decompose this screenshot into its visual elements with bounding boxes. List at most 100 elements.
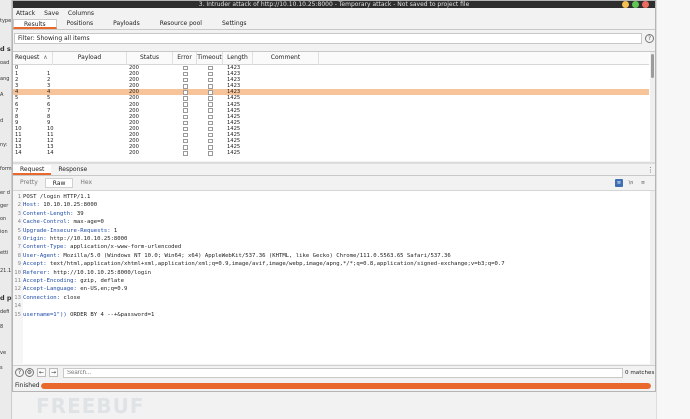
header-name: Connection: bbox=[23, 294, 61, 301]
table-row[interactable]: 14 14 200 1425 bbox=[13, 150, 649, 156]
column-header-request[interactable]: Request ∧ bbox=[13, 52, 53, 65]
tab-positions[interactable]: Positions bbox=[57, 19, 104, 29]
header-value: 39 bbox=[73, 210, 84, 217]
results-filter-bar[interactable]: Filter: Showing all items bbox=[14, 33, 642, 44]
column-header-length[interactable]: Length bbox=[223, 52, 253, 65]
intruder-attack-window: 3. Intruder attack of http://10.10.10.25… bbox=[12, 0, 656, 392]
window-titlebar[interactable]: 3. Intruder attack of http://10.10.10.25… bbox=[13, 1, 655, 8]
maximize-button[interactable] bbox=[632, 1, 639, 8]
error-checkbox bbox=[183, 84, 188, 89]
timeout-checkbox bbox=[208, 126, 213, 132]
pane-splitter[interactable] bbox=[13, 162, 655, 164]
next-match-button[interactable]: → bbox=[49, 368, 58, 377]
menu-columns[interactable]: Columns bbox=[68, 9, 94, 19]
menu-save[interactable]: Save bbox=[44, 9, 59, 19]
status-bar: Finished bbox=[13, 380, 655, 391]
request-line: 8 User-Agent: Mozilla/5.0 (Windows NT 10.… bbox=[13, 252, 643, 260]
message-tabs: Request Response bbox=[13, 165, 655, 176]
results-rows: 0 200 1423 1 1 200 1423 2 2 200 1423 3 3 200 1423 4 4 200… bbox=[13, 65, 649, 162]
tab-resource-pool[interactable]: Resource pool bbox=[150, 19, 212, 29]
timeout-checkbox bbox=[208, 84, 213, 89]
editor-scrollbar[interactable] bbox=[650, 191, 655, 365]
bg-fragment: ve bbox=[0, 350, 7, 356]
header-name: Content-Type: bbox=[23, 244, 67, 251]
request-line: 15 username=1")) ORDER BY 4 --+&password=… bbox=[13, 311, 643, 319]
pretty-print-toggle-icon[interactable]: ≡ bbox=[615, 179, 623, 187]
settings-gear-icon[interactable]: ⚙ bbox=[25, 368, 34, 377]
request-line: 10 Referer: http://10.10.10.25:8000/login bbox=[13, 269, 643, 277]
tab-payloads[interactable]: Payloads bbox=[103, 19, 150, 29]
window-title: 3. Intruder attack of http://10.10.10.25… bbox=[198, 1, 470, 8]
column-header-status[interactable]: Status bbox=[127, 52, 173, 65]
menu-icon[interactable]: ≡ bbox=[639, 179, 647, 187]
line-number: 5 bbox=[17, 227, 21, 234]
error-checkbox bbox=[183, 102, 188, 107]
bg-fragment: ion bbox=[0, 229, 8, 235]
request-line: 14 bbox=[13, 302, 643, 310]
column-header-comment[interactable]: Comment bbox=[253, 52, 319, 65]
timeout-checkbox bbox=[208, 90, 213, 95]
column-header-payload[interactable]: Payload bbox=[53, 52, 127, 65]
cell-status: 200 bbox=[129, 150, 139, 157]
header-name: Accept: bbox=[23, 261, 47, 268]
request-editor[interactable]: 1 POST /login HTTP/1.1 2 Host: 10.10.10.25:… bbox=[13, 190, 655, 365]
request-line: 9 Accept: text/html,application/xhtml+xml… bbox=[13, 260, 643, 268]
bg-fragment: form bbox=[0, 166, 12, 172]
bg-fragment: 8 bbox=[0, 324, 4, 330]
tab-hex[interactable]: Hex bbox=[73, 178, 99, 188]
timeout-checkbox bbox=[208, 114, 213, 120]
tab-settings[interactable]: Settings bbox=[212, 19, 257, 29]
error-checkbox bbox=[183, 108, 188, 113]
line-number: 7 bbox=[17, 244, 21, 251]
more-options-icon[interactable]: ⋮ bbox=[647, 166, 654, 174]
header-name: Host: bbox=[23, 202, 40, 209]
tab-pretty[interactable]: Pretty bbox=[13, 178, 45, 188]
bg-fragment: ny: bbox=[0, 142, 8, 148]
help-icon[interactable]: ? bbox=[15, 368, 24, 377]
help-icon[interactable]: ? bbox=[645, 34, 654, 43]
background-window-left: type d s oad ang A d ny: form er d ger o… bbox=[0, 0, 12, 419]
attack-tabs: Results Positions Payloads Resource pool… bbox=[13, 19, 655, 30]
error-checkbox bbox=[183, 114, 188, 120]
attack-status: Finished bbox=[15, 382, 40, 389]
timeout-checkbox bbox=[208, 108, 213, 113]
editor-view-tabs: Pretty Raw Hex bbox=[13, 178, 99, 188]
header-value: Mozilla/5.0 (Windows NT 10.0; Win64; x64… bbox=[60, 252, 451, 259]
error-checkbox bbox=[183, 77, 188, 83]
header-value: 1 bbox=[110, 227, 118, 234]
timeout-checkbox bbox=[208, 138, 213, 144]
column-header-label: Request bbox=[15, 54, 40, 61]
newline-toggle-icon[interactable]: \n bbox=[627, 179, 635, 187]
watermark-logo: FREEBUF bbox=[36, 394, 145, 418]
results-scroll-thumb[interactable] bbox=[651, 54, 654, 78]
bg-fragment: 21.1 bbox=[0, 268, 12, 274]
request-line: 12 Accept-Language: en-US,en;q=0.9 bbox=[13, 285, 643, 293]
search-input[interactable] bbox=[63, 368, 623, 378]
bg-fragment: ger bbox=[0, 203, 9, 209]
header-name: User-Agent: bbox=[23, 252, 61, 259]
timeout-checkbox bbox=[208, 71, 213, 77]
line-number: 2 bbox=[17, 202, 21, 209]
tab-request[interactable]: Request bbox=[13, 165, 52, 175]
attack-progress-bar bbox=[41, 383, 651, 389]
column-header-timeout[interactable]: Timeout bbox=[197, 52, 223, 65]
header-value: http://10.10.10.25:8000 bbox=[46, 236, 128, 242]
tab-response[interactable]: Response bbox=[51, 165, 94, 175]
tab-raw[interactable]: Raw bbox=[44, 178, 74, 188]
request-line: 2 Host: 10.10.10.25:8000 bbox=[13, 201, 643, 209]
previous-match-button[interactable]: ← bbox=[37, 368, 46, 377]
results-scrollbar[interactable] bbox=[650, 52, 655, 162]
header-name: Referer: bbox=[23, 269, 50, 276]
results-table-header: Request ∧ Payload Status Error Timeout L… bbox=[13, 52, 649, 65]
timeout-checkbox bbox=[208, 145, 213, 150]
window-controls bbox=[622, 1, 649, 8]
menu-attack[interactable]: Attack bbox=[16, 9, 35, 19]
line-number: 4 bbox=[17, 219, 21, 226]
minimize-button[interactable] bbox=[622, 1, 629, 8]
column-header-error[interactable]: Error bbox=[173, 52, 197, 65]
line-number: 9 bbox=[17, 261, 21, 268]
header-value: close bbox=[60, 294, 81, 301]
tab-results[interactable]: Results bbox=[13, 19, 57, 29]
bg-fragment: er d bbox=[0, 190, 10, 196]
close-button[interactable] bbox=[642, 1, 649, 8]
